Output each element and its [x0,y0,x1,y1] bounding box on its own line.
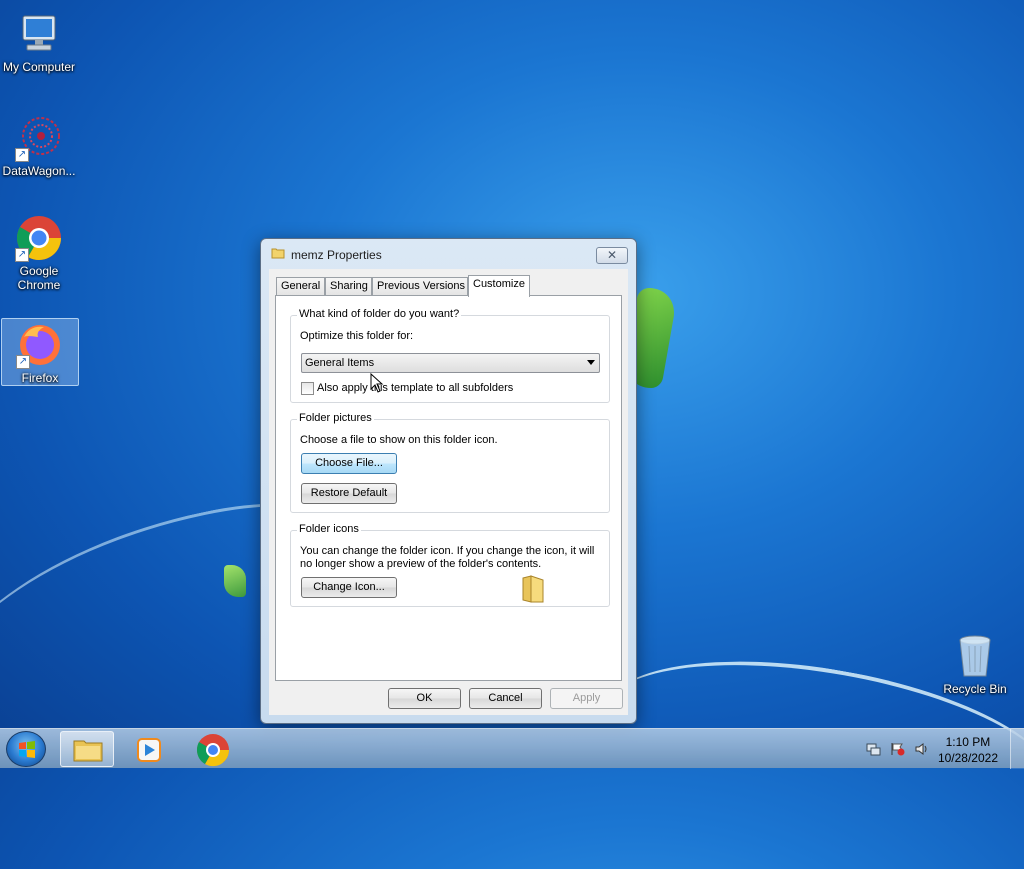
desktop-icon-label: Google Chrome [17,264,61,292]
folder-pictures-group: Folder pictures Choose a file to show on… [290,412,610,513]
computer-icon [15,10,63,58]
clock-time: 1:10 PM [945,735,991,749]
volume-icon[interactable] [914,742,930,756]
apply-subfolders-checkbox[interactable] [301,382,314,395]
media-player-icon [137,738,161,762]
clock-date: 10/28/2022 [937,751,998,765]
taskbar: 1:10 PM 10/28/2022 [0,728,1024,769]
folder-pictures-description: Choose a file to show on this folder ico… [300,434,498,446]
network-icon[interactable] [866,742,882,756]
cancel-button[interactable]: Cancel [469,688,542,709]
taskbar-chrome-button[interactable] [186,731,240,767]
folder-type-group: What kind of folder do you want? Optimiz… [290,308,610,403]
desktop-icon-label: DataWagon... [2,164,76,178]
taskbar-explorer-button[interactable] [60,731,114,767]
desktop-icon-my-computer[interactable]: My Computer [0,4,78,74]
ok-button[interactable]: OK [388,688,461,709]
windows-logo-icon [19,741,35,758]
shortcut-arrow-icon: ↗ [15,248,29,262]
tab-customize[interactable]: Customize [468,275,530,297]
restore-default-button[interactable]: Restore Default [301,483,397,504]
tab-general[interactable]: General [276,277,325,296]
desktop-icon-google-chrome[interactable]: ↗ Google Chrome [0,208,78,292]
desktop-icon-datawagon[interactable]: ↗ DataWagon... [0,108,78,178]
properties-dialog: memz Properties ✕ General Sharing Previo… [260,238,637,724]
desktop-icon-label: My Computer [2,60,76,74]
shortcut-arrow-icon: ↗ [15,148,29,162]
mouse-cursor-icon [370,372,384,393]
tab-sharing[interactable]: Sharing [325,277,372,296]
desktop-icon-recycle-bin[interactable]: Recycle Bin [936,626,1014,696]
desktop-icon-label: Recycle Bin [943,682,1007,696]
customize-tab-page: What kind of folder do you want? Optimiz… [275,295,622,681]
chrome-icon: ↗ [15,214,63,262]
desktop-icon-label: Firefox [21,371,59,385]
folder-icon [73,740,103,762]
group-legend: What kind of folder do you want? [297,308,462,320]
folder-icon [271,247,285,259]
group-legend: Folder pictures [297,412,374,424]
dialog-titlebar[interactable]: memz Properties ✕ [261,239,636,269]
folder-icons-description-line1: You can change the folder icon. If you c… [300,545,595,557]
wallpaper-leaf [224,565,246,597]
dialog-client: General Sharing Previous Versions Custom… [269,269,628,715]
start-button[interactable] [6,731,46,767]
apply-subfolders-label[interactable]: Also apply this template to all subfolde… [317,382,513,394]
action-center-flag-icon[interactable] [890,742,906,756]
chrome-icon [196,734,230,767]
optimize-dropdown[interactable]: General Items [301,353,600,373]
tab-previous-versions[interactable]: Previous Versions [372,277,468,296]
datawagon-icon: ↗ [15,114,63,162]
optimize-value: General Items [305,357,375,369]
firefox-icon: ↗ [16,321,64,369]
optimize-label: Optimize this folder for: [300,330,414,342]
folder-icons-group: Folder icons You can change the folder i… [290,523,610,607]
show-desktop-button[interactable] [1010,729,1024,769]
change-icon-button[interactable]: Change Icon... [301,577,397,598]
system-clock[interactable]: 1:10 PM 10/28/2022 [938,734,998,766]
folder-icons-description-line2: no longer show a preview of the folder's… [300,558,542,570]
dialog-title: memz Properties [291,248,382,262]
close-icon: ✕ [606,248,618,262]
taskbar-media-player-button[interactable] [122,731,176,767]
dropdown-arrow-icon [587,360,595,365]
desktop-icon-firefox[interactable]: ↗ Firefox [1,318,79,386]
group-legend: Folder icons [297,523,361,535]
recycle-bin-icon [951,632,999,680]
folder-preview-icon [521,574,545,604]
close-button[interactable]: ✕ [596,247,628,264]
apply-button[interactable]: Apply [550,688,623,709]
shortcut-arrow-icon: ↗ [16,355,30,369]
choose-file-button[interactable]: Choose File... [301,453,397,474]
